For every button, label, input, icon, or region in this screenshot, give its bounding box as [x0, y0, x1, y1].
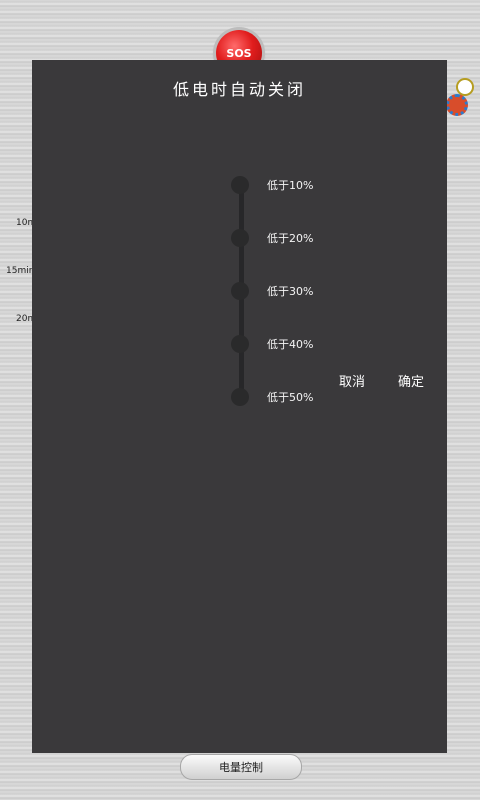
option-label: 低于20% [267, 232, 314, 245]
option-label: 低于30% [267, 285, 314, 298]
battery-control-button[interactable]: 电量控制 [180, 754, 302, 780]
sos-label: SOS [226, 46, 252, 60]
time-label-15min: 15min [6, 266, 35, 276]
option-50[interactable]: 低于50% [226, 388, 366, 416]
dialog-title: 低电时自动关闭 [172, 80, 306, 99]
option-10[interactable]: 低于10% [226, 176, 366, 204]
radio-dot [231, 282, 249, 300]
option-label: 低于10% [267, 179, 314, 192]
low-battery-dialog: 低电时自动关闭 低于10% 低于20% 低于30% 低于40% 低于50% 取消… [32, 60, 447, 753]
option-label: 低于50% [267, 391, 314, 404]
option-20[interactable]: 低于20% [226, 229, 366, 257]
right-icons [444, 76, 474, 120]
gear-icon[interactable] [446, 94, 468, 116]
radio-dot [231, 388, 249, 406]
radio-dot [231, 176, 249, 194]
confirm-button[interactable]: 确定 [398, 371, 424, 390]
option-40[interactable]: 低于40% [226, 335, 366, 363]
radio-dot [231, 229, 249, 247]
radio-dot [231, 335, 249, 353]
cancel-button[interactable]: 取消 [339, 371, 365, 390]
option-label: 低于40% [267, 338, 314, 351]
option-30[interactable]: 低于30% [226, 282, 366, 310]
battery-control-label: 电量控制 [219, 761, 263, 774]
